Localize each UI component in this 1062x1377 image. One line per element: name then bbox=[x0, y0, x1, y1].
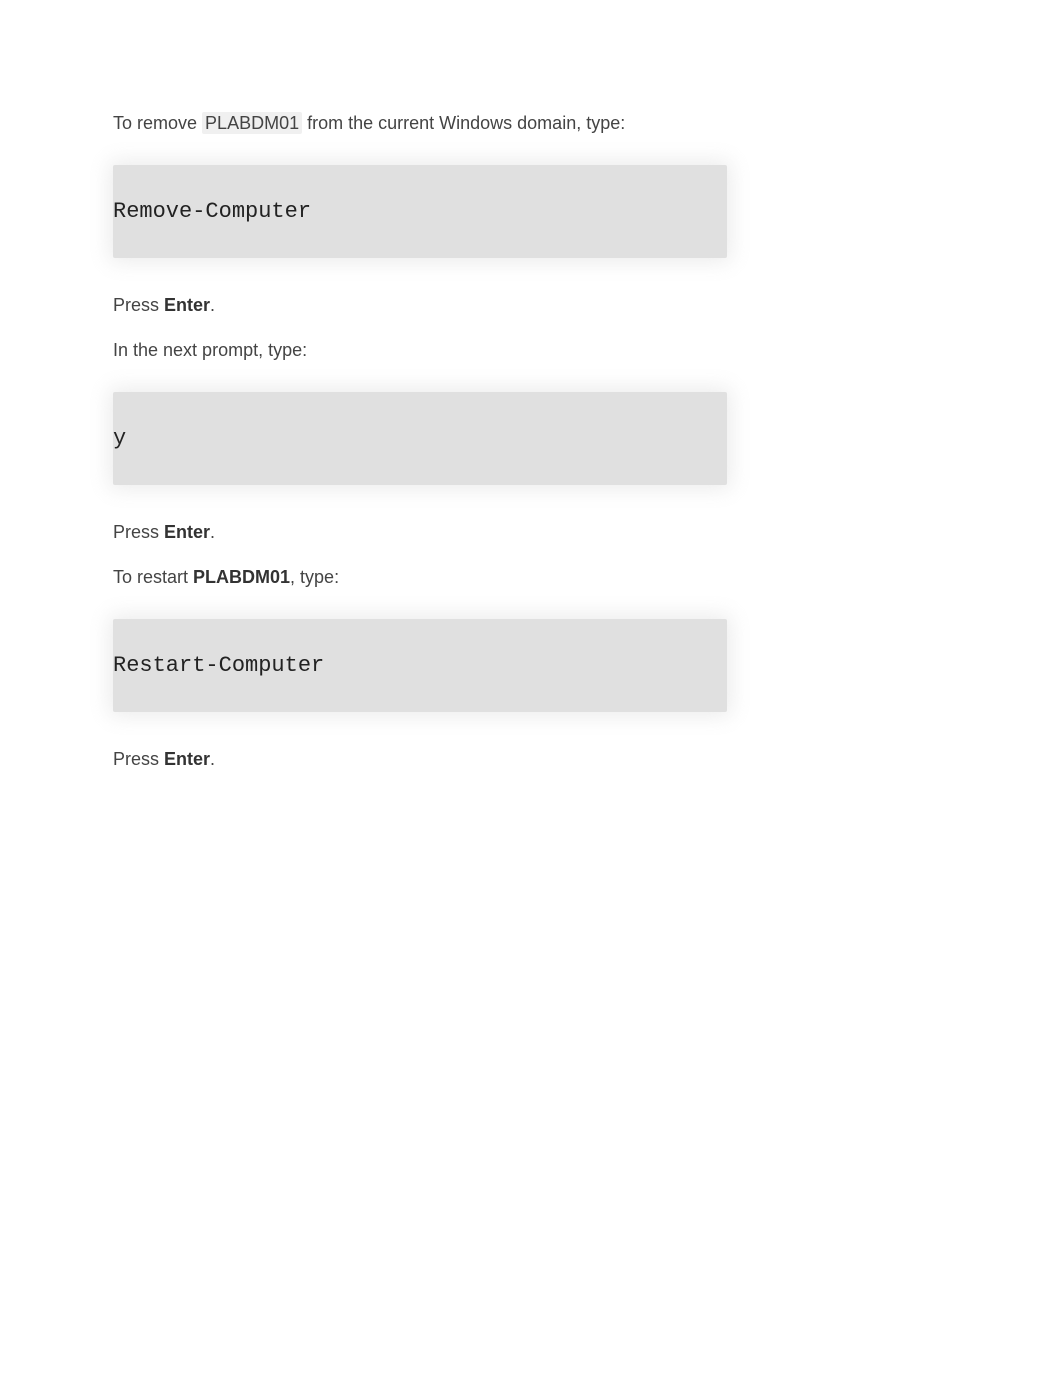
code-block-y: y bbox=[113, 392, 727, 485]
instruction-press-enter-2: Press Enter. bbox=[113, 519, 727, 546]
instruction-press-enter-1: Press Enter. bbox=[113, 292, 727, 319]
code-block-restart: Restart-Computer bbox=[113, 619, 727, 712]
text-suffix: , type: bbox=[290, 567, 339, 587]
text-prefix: Press bbox=[113, 295, 164, 315]
code-text: Restart-Computer bbox=[113, 653, 324, 678]
instruction-restart: To restart PLABDM01, type: bbox=[113, 564, 727, 591]
text-prefix: To remove bbox=[113, 113, 202, 133]
computer-name-bold: PLABDM01 bbox=[193, 567, 290, 587]
text-prefix: Press bbox=[113, 522, 164, 542]
key-enter: Enter bbox=[164, 522, 210, 542]
code-text: Remove-Computer bbox=[113, 199, 311, 224]
text-suffix: . bbox=[210, 522, 215, 542]
key-enter: Enter bbox=[164, 749, 210, 769]
text-suffix: . bbox=[210, 295, 215, 315]
text-suffix: . bbox=[210, 749, 215, 769]
document-content: To remove PLABDM01 from the current Wind… bbox=[0, 0, 840, 773]
key-enter: Enter bbox=[164, 295, 210, 315]
code-block-remove: Remove-Computer bbox=[113, 165, 727, 258]
code-text: y bbox=[113, 426, 126, 451]
instruction-remove: To remove PLABDM01 from the current Wind… bbox=[113, 110, 727, 137]
instruction-press-enter-3: Press Enter. bbox=[113, 746, 727, 773]
text-prefix: To restart bbox=[113, 567, 193, 587]
text-prefix: Press bbox=[113, 749, 164, 769]
instruction-next-prompt: In the next prompt, type: bbox=[113, 337, 727, 364]
text-suffix: from the current Windows domain, type: bbox=[302, 113, 625, 133]
computer-name-highlight: PLABDM01 bbox=[202, 112, 302, 134]
